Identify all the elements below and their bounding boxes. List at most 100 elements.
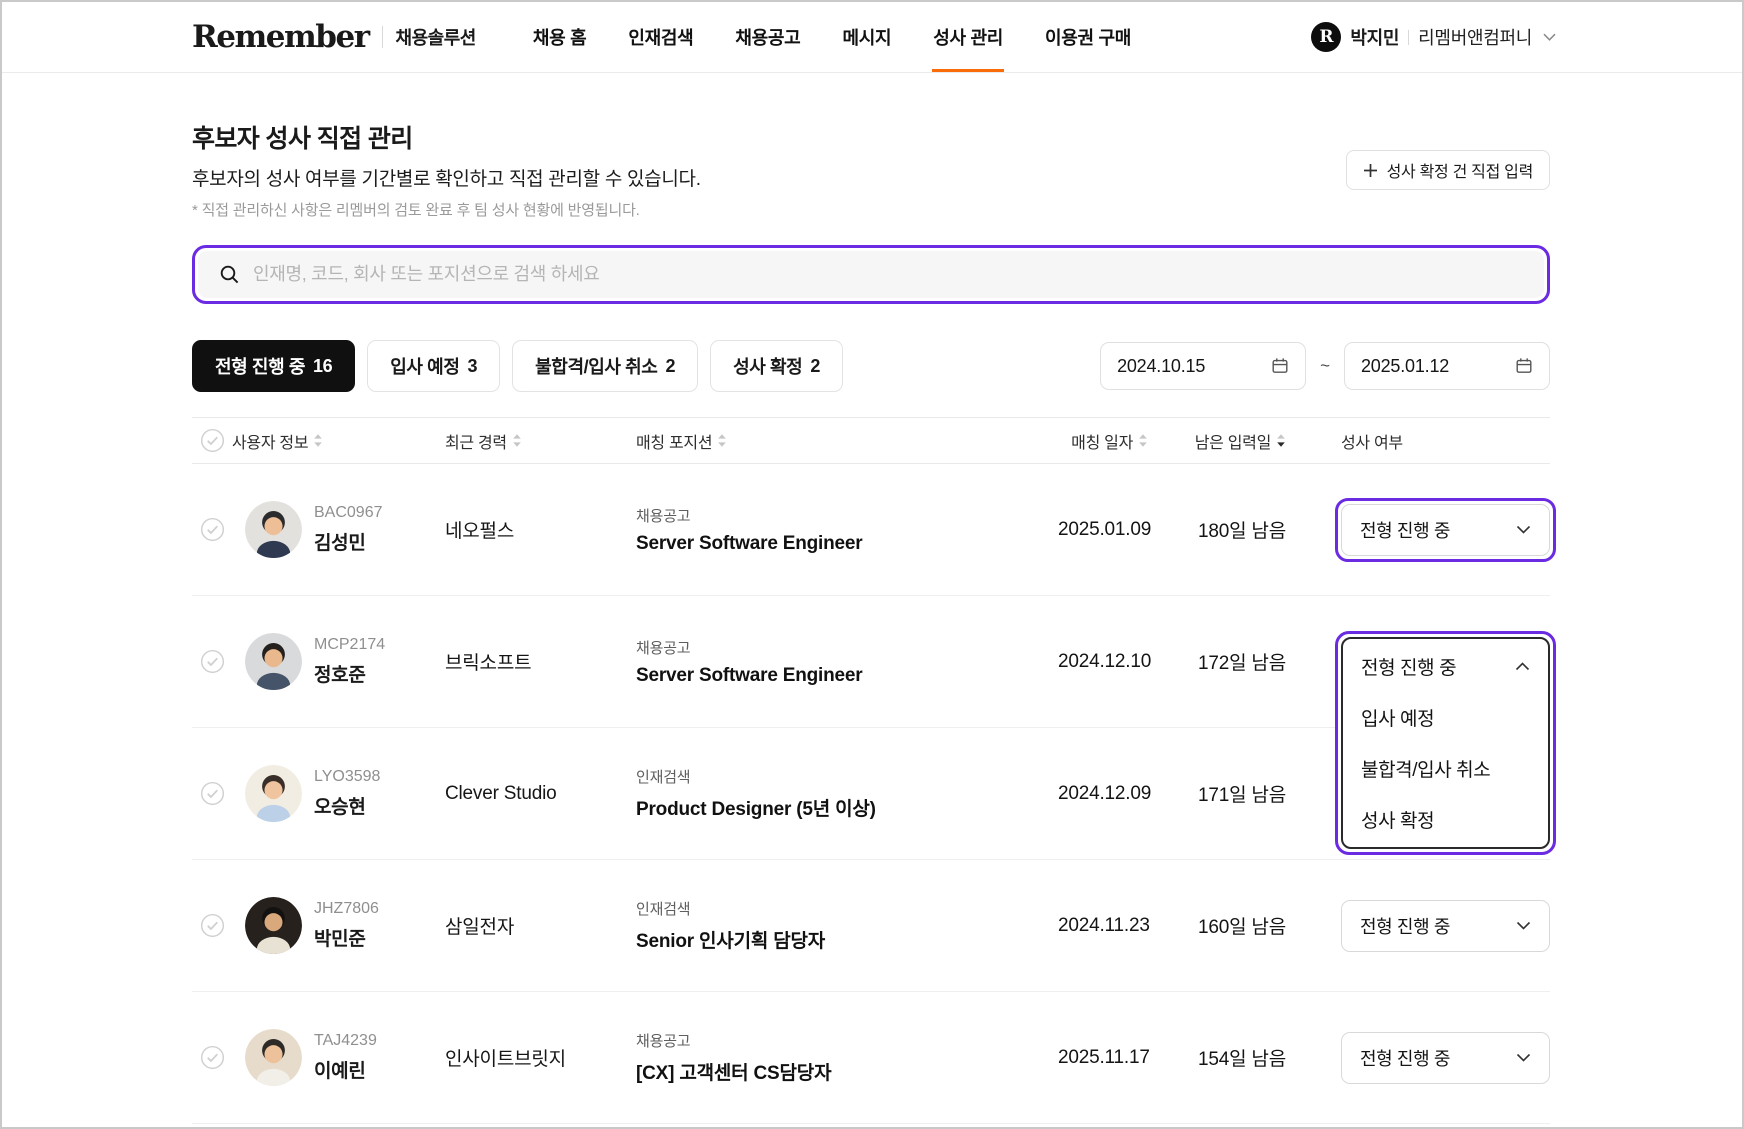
match-source: 채용공고 (636, 639, 691, 657)
column-header-user-info[interactable]: 사용자 정보 (232, 429, 445, 453)
row-select-check-icon[interactable] (200, 517, 225, 542)
filter-tab-in-progress[interactable]: 전형 진행 중 16 (192, 340, 356, 392)
nav-item-match-management[interactable]: 성사 관리 (932, 2, 1004, 72)
status-option-label: 전형 진행 중 (1361, 658, 1457, 679)
status-option-rejected-cancelled[interactable]: 불합격/입사 취소 (1343, 743, 1548, 794)
column-header-recent-career[interactable]: 최근 경력 (445, 429, 636, 453)
nav-item-home[interactable]: 채용 홈 (532, 2, 587, 72)
table-body: 전형 진행 중 입사 예정 불합격/입사 취소 성사 확정 BAC0967 김성… (192, 464, 1556, 1124)
status-dropdown-open-highlight-outline: 전형 진행 중 입사 예정 불합격/입사 취소 성사 확정 (1335, 631, 1556, 855)
sort-arrows-icon[interactable] (1276, 433, 1286, 448)
row-select-check-icon[interactable] (200, 781, 225, 806)
search-bar[interactable] (198, 251, 1544, 298)
table-row: JHZ7806 박민준 삼일전자 인재검색 Senior 인사기획 담당자 20… (192, 860, 1550, 992)
recent-company: 네오펄스 (445, 521, 515, 542)
candidate-name[interactable]: 오승현 (314, 792, 380, 819)
search-input[interactable] (253, 264, 1523, 285)
sort-arrows-icon[interactable] (512, 433, 522, 448)
recent-company: 브릭소프트 (445, 653, 532, 674)
candidate-avatar (245, 1029, 302, 1086)
filter-tab-join-expected[interactable]: 입사 예정 3 (367, 340, 501, 392)
start-date-picker[interactable]: 2024.10.15 (1100, 342, 1307, 390)
logo-divider (381, 26, 383, 48)
candidate-code: MCP2174 (314, 636, 386, 653)
status-dropdown[interactable]: 전형 진행 중 (1341, 503, 1550, 556)
account-avatar-icon: R (1311, 22, 1342, 52)
column-header-match-date[interactable]: 매칭 일자 (1058, 429, 1148, 453)
nav-item-talent-search[interactable]: 인재검색 (627, 2, 694, 72)
column-label: 성사 여부 (1341, 434, 1403, 452)
status-option-label: 성사 확정 (1361, 811, 1435, 832)
account-menu[interactable]: R 박지민 리멤버앤컴퍼니 (1311, 2, 1556, 72)
end-date-value: 2025.01.12 (1361, 355, 1450, 376)
status-option-current[interactable]: 전형 진행 중 (1343, 641, 1548, 692)
nav-item-purchase-pass[interactable]: 이용권 구매 (1044, 2, 1132, 72)
app-window: Remember 채용솔루션 채용 홈 인재검색 채용공고 메시지 성사 관리 이용권 구… (0, 0, 1744, 1129)
candidate-name[interactable]: 정호준 (314, 660, 385, 687)
account-company: 리멤버앤컴퍼니 (1418, 28, 1532, 48)
nav-item-label: 채용공고 (735, 27, 801, 48)
filter-tab-count: 3 (467, 355, 478, 376)
sort-arrows-icon[interactable] (1138, 433, 1148, 448)
match-position: Server Software Engineer (636, 532, 863, 554)
select-all-check-icon[interactable] (192, 428, 232, 453)
candidate-name[interactable]: 이예린 (314, 1056, 377, 1083)
sort-arrows-icon[interactable] (717, 433, 727, 448)
nav-item-job-postings[interactable]: 채용공고 (734, 2, 801, 72)
candidate-info: LYO3598 오승현 (314, 768, 380, 819)
search-highlight-outline (192, 245, 1550, 304)
column-label: 매칭 일자 (1071, 434, 1133, 452)
match-date: 2025.01.09 (1058, 518, 1152, 540)
calendar-icon (1515, 357, 1533, 375)
nav-item-label: 채용 홈 (532, 27, 587, 48)
column-label: 남은 입력일 (1194, 434, 1272, 452)
status-dropdown[interactable]: 전형 진행 중 (1341, 899, 1550, 952)
status-option-label: 입사 예정 (1361, 709, 1435, 730)
plus-icon (1363, 163, 1378, 178)
status-option-confirmed[interactable]: 성사 확정 (1343, 794, 1548, 845)
column-header-days-remaining[interactable]: 남은 입력일 (1148, 429, 1286, 453)
row-select-check-icon[interactable] (200, 913, 225, 938)
table-header: 사용자 정보 최근 경력 매칭 포지션 매칭 일자 남은 입력일 성사 여부 (192, 417, 1550, 464)
days-remaining: 171일 남음 (1197, 785, 1286, 806)
table-row: BAC0967 김성민 네오펄스 채용공고 Server Software En… (192, 464, 1556, 596)
status-dropdown[interactable]: 전형 진행 중 (1341, 1031, 1550, 1084)
recent-company: 삼일전자 (445, 917, 515, 938)
candidate-info: JHZ7806 박민준 (314, 900, 379, 951)
nav-item-messages[interactable]: 메시지 (841, 2, 892, 72)
status-dropdown-value: 전형 진행 중 (1360, 520, 1451, 541)
filter-tab-rejected-cancelled[interactable]: 불합격/입사 취소 2 (512, 340, 699, 392)
sort-arrows-icon[interactable] (313, 433, 323, 448)
filter-tab-confirmed[interactable]: 성사 확정 2 (710, 340, 843, 392)
filter-tab-label: 성사 확정 (733, 357, 803, 377)
end-date-picker[interactable]: 2025.01.12 (1344, 342, 1550, 390)
status-option-join-expected[interactable]: 입사 예정 (1343, 692, 1548, 743)
row-select-check-icon[interactable] (200, 649, 225, 674)
product-label: 채용솔루션 (395, 28, 477, 48)
account-name: 박지민 (1350, 28, 1400, 48)
match-date: 2024.12.09 (1058, 782, 1152, 804)
row-select-check-icon[interactable] (200, 1045, 225, 1070)
remember-logo[interactable]: Remember (192, 19, 370, 55)
candidate-name[interactable]: 김성민 (314, 528, 383, 555)
candidate-code: JHZ7806 (314, 900, 379, 917)
candidate-code: BAC0967 (314, 504, 383, 521)
add-confirmed-match-button[interactable]: 성사 확정 건 직접 입력 (1345, 150, 1550, 190)
match-position: [CX] 고객센터 CS담당자 (636, 1063, 832, 1084)
match-source: 인재검색 (636, 769, 691, 786)
page-header: 후보자 성사 직접 관리 후보자의 성사 여부를 기간별로 확인하고 직접 관리… (192, 124, 1550, 221)
date-range-picker: 2024.10.15 ~ 2025.01.12 (1100, 342, 1550, 390)
status-option-label: 불합격/입사 취소 (1361, 760, 1491, 781)
column-header-match-position[interactable]: 매칭 포지션 (636, 429, 1058, 453)
recent-company: Clever Studio (445, 782, 557, 804)
recent-company: 인사이트브릿지 (445, 1049, 566, 1070)
candidate-info: MCP2174 정호준 (314, 636, 385, 687)
filter-tab-count: 2 (810, 355, 820, 376)
nav-item-label: 성사 관리 (933, 27, 1003, 48)
search-icon (219, 264, 240, 285)
candidate-avatar (245, 765, 302, 822)
brand: Remember 채용솔루션 (192, 2, 476, 72)
nav-item-label: 메시지 (842, 27, 892, 48)
add-button-label: 성사 확정 건 직접 입력 (1386, 164, 1534, 181)
candidate-name[interactable]: 박민준 (314, 924, 379, 951)
